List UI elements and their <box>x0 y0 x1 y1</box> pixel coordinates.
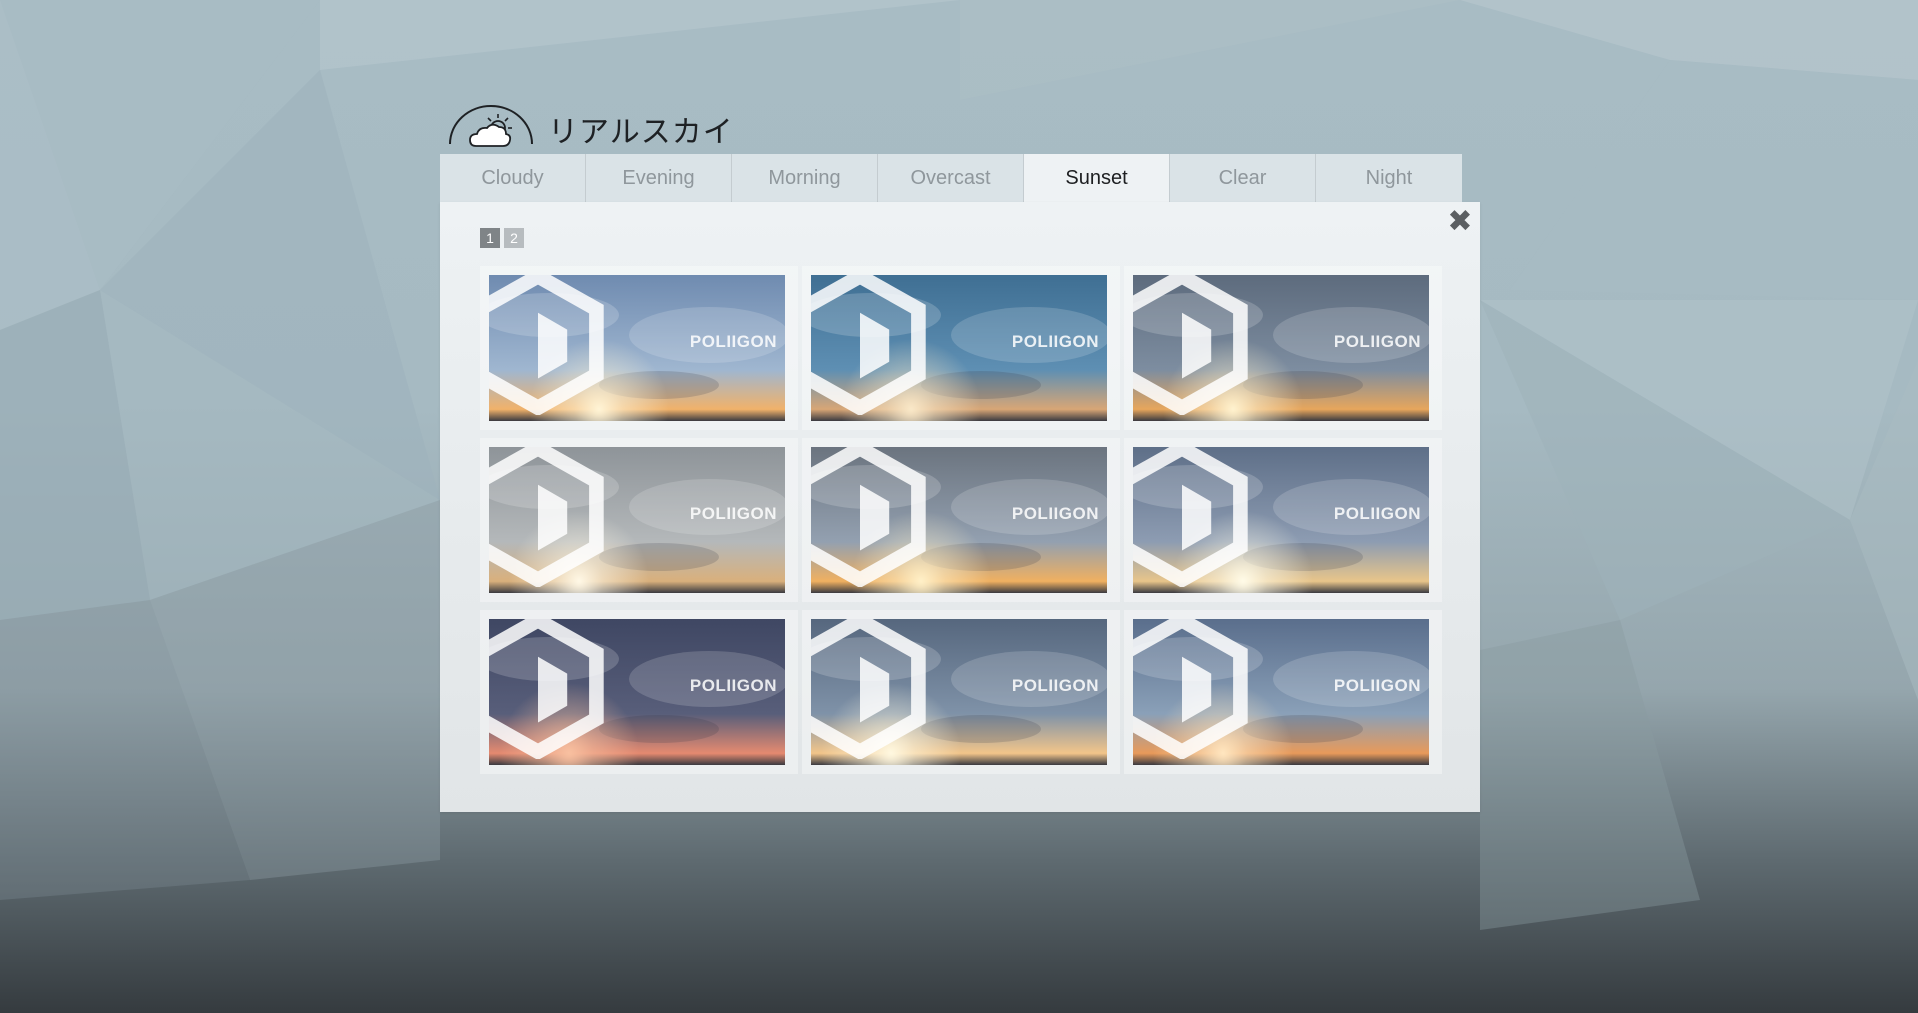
watermark: POLIIGON <box>811 619 1099 759</box>
poliigon-logo-icon <box>1133 447 1248 587</box>
thumbnail-panel: ✖ 1 2 POLIIGON POLIIGON POLIIGON POLIIGON PO… <box>440 202 1480 812</box>
category-tabs: Cloudy Evening Morning Overcast Sunset C… <box>440 154 1462 203</box>
title-bar: リアルスカイ <box>440 95 1480 154</box>
sky-thumbnail[interactable]: POLIIGON <box>480 438 798 602</box>
cloud-sun-icon <box>449 105 533 147</box>
watermark-text: POLIIGON <box>1011 676 1099 695</box>
page-2-button[interactable]: 2 <box>504 228 524 248</box>
sky-preview-image: POLIIGON <box>489 619 785 765</box>
pagination: 1 2 <box>480 228 524 248</box>
tab-overcast[interactable]: Overcast <box>878 154 1024 203</box>
tab-evening[interactable]: Evening <box>586 154 732 203</box>
watermark: POLIIGON <box>811 275 1099 415</box>
watermark-text: POLIIGON <box>689 504 777 523</box>
watermark-text: POLIIGON <box>1011 504 1099 523</box>
watermark-text: POLIIGON <box>1333 676 1421 695</box>
sky-preview-image: POLIIGON <box>811 447 1107 593</box>
sky-picker-window: リアルスカイ Cloudy Evening Morning Overcast S… <box>440 95 1480 812</box>
poliigon-logo-icon <box>489 447 604 587</box>
watermark-text: POLIIGON <box>689 676 777 695</box>
sky-preview-image: POLIIGON <box>811 275 1107 421</box>
sky-preview-image: POLIIGON <box>811 619 1107 765</box>
poliigon-logo-icon <box>489 619 604 759</box>
poliigon-logo-icon <box>1133 275 1248 415</box>
sky-preview-image: POLIIGON <box>1133 275 1429 421</box>
watermark: POLIIGON <box>1133 275 1421 415</box>
tab-sunset[interactable]: Sunset <box>1024 154 1170 203</box>
page-title: リアルスカイ <box>548 115 734 150</box>
page-1-button[interactable]: 1 <box>480 228 500 248</box>
sky-thumbnail[interactable]: POLIIGON <box>1124 610 1442 774</box>
tab-cloudy[interactable]: Cloudy <box>440 154 586 203</box>
watermark: POLIIGON <box>1133 447 1421 587</box>
watermark-text: POLIIGON <box>1333 332 1421 351</box>
watermark-text: POLIIGON <box>1011 332 1099 351</box>
watermark: POLIIGON <box>1133 619 1421 759</box>
watermark: POLIIGON <box>811 447 1099 587</box>
poliigon-logo-icon <box>489 275 604 415</box>
sky-preview-image: POLIIGON <box>489 275 785 421</box>
close-icon[interactable]: ✖ <box>1446 207 1474 237</box>
watermark: POLIIGON <box>489 447 777 587</box>
sky-preview-image: POLIIGON <box>489 447 785 593</box>
poliigon-logo-icon <box>811 619 926 759</box>
sky-thumbnail[interactable]: POLIIGON <box>802 610 1120 774</box>
watermark: POLIIGON <box>489 275 777 415</box>
sky-thumbnail[interactable]: POLIIGON <box>802 266 1120 430</box>
sky-thumbnail[interactable]: POLIIGON <box>480 610 798 774</box>
poliigon-logo-icon <box>811 275 926 415</box>
sky-thumbnail[interactable]: POLIIGON <box>802 438 1120 602</box>
sky-preview-image: POLIIGON <box>1133 619 1429 765</box>
tab-clear[interactable]: Clear <box>1170 154 1316 203</box>
tab-morning[interactable]: Morning <box>732 154 878 203</box>
sky-thumbnail[interactable]: POLIIGON <box>1124 266 1442 430</box>
sky-preview-image: POLIIGON <box>1133 447 1429 593</box>
sky-thumbnail[interactable]: POLIIGON <box>1124 438 1442 602</box>
poliigon-logo-icon <box>811 447 926 587</box>
tab-night[interactable]: Night <box>1316 154 1462 203</box>
sky-thumbnail[interactable]: POLIIGON <box>480 266 798 430</box>
poliigon-logo-icon <box>1133 619 1248 759</box>
watermark-text: POLIIGON <box>689 332 777 351</box>
watermark-text: POLIIGON <box>1333 504 1421 523</box>
watermark: POLIIGON <box>489 619 777 759</box>
